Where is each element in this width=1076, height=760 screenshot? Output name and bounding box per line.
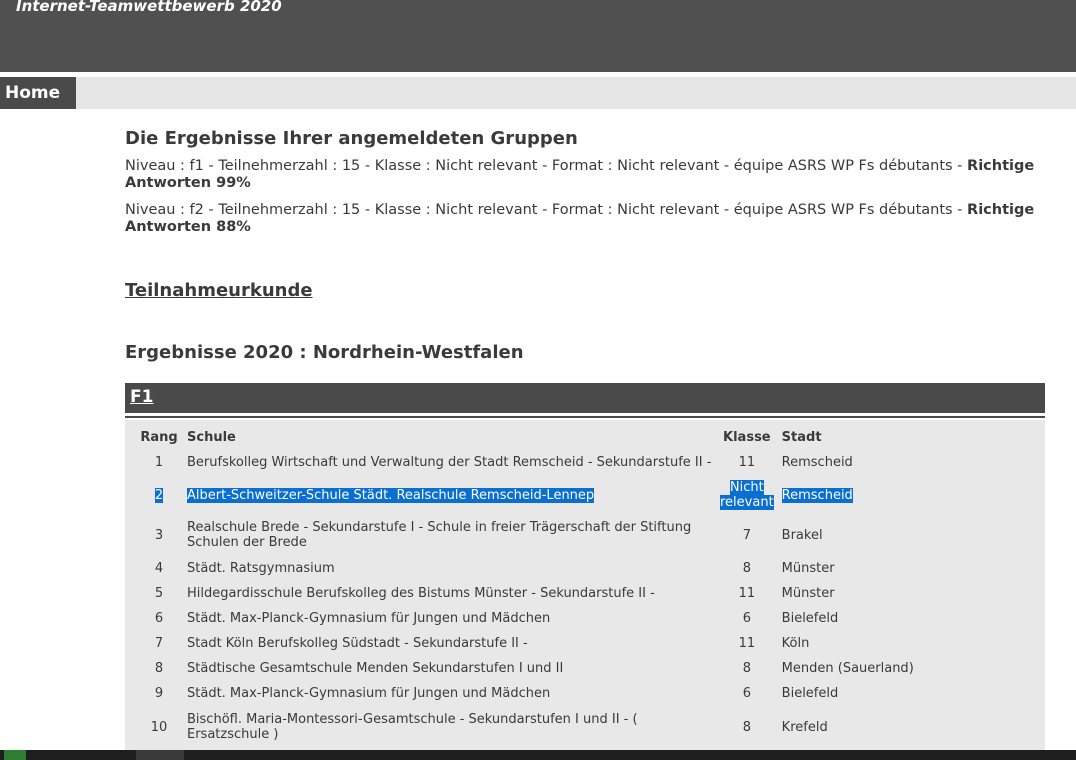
rank-cell: 3 [154,527,164,543]
rank-cell: 9 [154,686,164,701]
rank-cell: 1 [154,454,164,470]
city-cell: Münster [781,561,835,576]
column-header-school: Schule [187,429,236,445]
class-cell: 8 [742,661,751,676]
divider [125,416,1045,418]
rank-cell: 4 [154,561,164,576]
class-cell: 6 [742,686,751,701]
city-cell: Bielefeld [781,686,839,701]
city-cell: Krefeld [781,719,828,735]
table-row: 8 Städtische Gesamtschule Menden Sekunda… [135,656,1016,681]
table-row: 10 Bischöfl. Maria-Montessori-Gesamtschu… [135,706,1016,748]
results-heading: Ergebnisse 2020 : Nordrhein-Westfalen [125,342,524,363]
city-cell: Brakel [781,527,823,543]
rank-cell: 2 [154,487,164,503]
groups-section-title: Die Ergebnisse Ihrer angemeldeten Gruppe… [125,128,578,149]
table-header-row: Rang Schule Klasse Stadt [135,426,1016,448]
certificate-link[interactable]: Teilnahmeurkunde [125,280,313,301]
city-cell: Köln [781,636,810,651]
school-cell: Städt. Ratsgymnasium [187,561,335,576]
table-row: 6 Städt. Max-Planck-Gymnasium für Jungen… [135,606,1016,631]
group-f1-link[interactable]: F1 [130,387,153,407]
taskbar-app-icon[interactable] [136,750,184,760]
table-row: 1 Berufskolleg Wirtschaft und Verwaltung… [135,448,1016,476]
group-result-line-f1: Niveau : f1 - Teilnehmerzahl : 15 - Klas… [125,158,1045,192]
class-cell: 8 [742,719,751,735]
results-panel: Rang Schule Klasse Stadt 1 Berufskolleg … [125,420,1045,750]
class-cell: Nicht relevant [720,480,774,510]
school-cell: Städt. Max-Planck-Gymnasium für Jungen u… [187,611,551,626]
group-result-text: Niveau : f2 - Teilnehmerzahl : 15 - Klas… [125,202,968,218]
school-cell: Bischöfl. Maria-Montessori-Gesamtschule … [187,712,638,742]
groups-section: Die Ergebnisse Ihrer angemeldeten Gruppe… [125,128,1045,236]
start-icon[interactable] [4,750,26,760]
school-cell: Städtische Gesamtschule Menden Sekundars… [187,661,564,676]
table-row: 7 Stadt Köln Berufskolleg Südstadt - Sek… [135,631,1016,656]
column-header-rank: Rang [140,429,178,445]
rank-cell: 10 [150,719,168,735]
school-cell: Städt. Max-Planck-Gymnasium für Jungen u… [187,686,551,701]
class-cell: 11 [738,454,756,470]
group-result-text: Niveau : f1 - Teilnehmerzahl : 15 - Klas… [125,158,968,174]
results-table: Rang Schule Klasse Stadt 1 Berufskolleg … [135,426,1016,748]
city-cell: Remscheid [781,487,853,503]
class-cell: 11 [738,586,756,601]
column-header-city: Stadt [781,429,822,445]
city-cell: Bielefeld [781,611,839,626]
group-header-bar: F1 [125,383,1045,413]
taskbar [0,750,1076,760]
rank-cell: 5 [154,586,164,601]
nav-home-link[interactable]: Home [0,77,76,109]
city-cell: Münster [781,586,835,601]
school-cell: Stadt Köln Berufskolleg Südstadt - Sekun… [187,636,528,651]
nav-bar: Home [0,77,1076,109]
header-bar: Internet-Teamwettbewerb 2020 [0,0,1076,72]
rank-cell: 6 [154,611,164,626]
rank-cell: 8 [154,661,164,676]
rank-cell: 7 [154,636,164,651]
school-cell: Berufskolleg Wirtschaft und Verwaltung d… [187,454,712,470]
class-cell: 11 [738,636,756,651]
class-cell: 7 [742,527,751,543]
city-cell: Remscheid [781,454,853,470]
table-row: 9 Städt. Max-Planck-Gymnasium für Jungen… [135,681,1016,706]
city-cell: Menden (Sauerland) [781,661,914,676]
group-result-line-f2: Niveau : f2 - Teilnehmerzahl : 15 - Klas… [125,202,1045,236]
class-cell: 8 [742,561,751,576]
school-cell: Albert-Schweitzer-Schule Städt. Realschu… [187,487,595,503]
site-title: Internet-Teamwettbewerb 2020 [16,0,282,15]
table-row: 4 Städt. Ratsgymnasium 8 Münster [135,556,1016,581]
table-row: 3 Realschule Brede - Sekundarstufe I - S… [135,514,1016,556]
table-row: 5 Hildegardisschule Berufskolleg des Bis… [135,581,1016,606]
school-cell: Realschule Brede - Sekundarstufe I - Sch… [187,520,692,550]
table-row: 2 Albert-Schweitzer-Schule Städt. Realsc… [135,476,1016,514]
class-cell: 6 [742,611,751,626]
column-header-class: Klasse [723,429,771,445]
school-cell: Hildegardisschule Berufskolleg des Bistu… [187,586,655,601]
